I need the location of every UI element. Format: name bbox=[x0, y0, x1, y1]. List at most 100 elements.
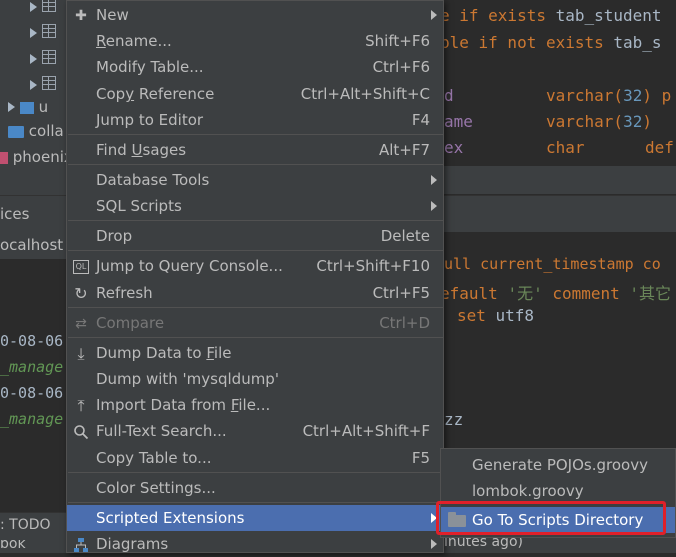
menu-item-jump-to-query-console[interactable]: QL Jump to Query Console... Ctrl+Shift+F… bbox=[67, 253, 443, 279]
code-string: '无' bbox=[507, 284, 543, 303]
menu-item-label: Dump with 'mysqldump' bbox=[96, 370, 279, 388]
code-line: set utf8 bbox=[457, 306, 534, 325]
menu-separator bbox=[68, 250, 444, 251]
menu-item-label: Copy Table to... bbox=[96, 449, 212, 467]
menu-item-shortcut: Ctrl+Alt+Shift+C bbox=[300, 85, 430, 103]
menu-item-dump-with-mysqldump[interactable]: Dump with 'mysqldump' bbox=[67, 366, 443, 392]
status-bar-right: inutes ago) bbox=[440, 538, 676, 553]
menu-item-color-settings[interactable]: Color Settings... bbox=[67, 475, 443, 501]
console-icon: QL bbox=[73, 260, 89, 274]
tree-row[interactable] bbox=[30, 46, 56, 72]
menu-item-label: Jump to Query Console... bbox=[96, 257, 283, 275]
tree-label: phoenix bbox=[12, 148, 73, 166]
menu-item-label: Modify Table... bbox=[96, 58, 204, 76]
code-line: ame bbox=[444, 112, 473, 131]
tree-row[interactable] bbox=[30, 0, 56, 20]
log-line: 0-08-06 bbox=[0, 384, 64, 402]
services-label: ices bbox=[0, 205, 30, 223]
menu-item-modify-table[interactable]: Modify Table... Ctrl+F6 bbox=[67, 54, 443, 80]
menu-item-label: Database Tools bbox=[96, 171, 210, 189]
code-line: zz bbox=[444, 410, 463, 429]
menu-separator bbox=[68, 472, 444, 473]
menu-item-find-usages[interactable]: Find Usages Alt+F7 bbox=[67, 137, 443, 163]
code-keyword: comment bbox=[542, 284, 630, 303]
code-line: ull current_timestamp co bbox=[444, 255, 661, 273]
menu-item-sql-scripts[interactable]: SQL Scripts bbox=[67, 193, 443, 219]
menu-item-copy-reference[interactable]: Copy Reference Ctrl+Alt+Shift+C bbox=[67, 81, 443, 107]
table-icon bbox=[41, 50, 56, 64]
tree-row-collations[interactable]: colla bbox=[8, 118, 64, 144]
code-number: 32 bbox=[623, 86, 643, 105]
menu-item-label: Dump Data to File bbox=[96, 344, 232, 362]
menu-item-label: Import Data from File... bbox=[96, 396, 271, 414]
menu-item-drop[interactable]: Drop Delete bbox=[67, 223, 443, 249]
code-line: ble if not exists tab_s bbox=[440, 33, 662, 52]
menu-item-label: Refresh bbox=[96, 284, 153, 302]
menu-item-full-text-search[interactable]: Full-Text Search... Ctrl+Alt+Shift+F bbox=[67, 418, 443, 444]
code-identifier: tab_s bbox=[613, 33, 662, 52]
menu-item-new[interactable]: ✚ New bbox=[67, 2, 443, 28]
menu-item-label: Find Usages bbox=[96, 141, 187, 159]
submenu-item-label: Generate POJOs.groovy bbox=[472, 456, 648, 474]
code-field: ame bbox=[444, 112, 473, 131]
code-line: char bbox=[546, 138, 585, 157]
menu-item-label: Color Settings... bbox=[96, 479, 216, 497]
folder-icon bbox=[8, 125, 24, 138]
expand-arrow-icon[interactable] bbox=[30, 54, 37, 64]
code-keyword: ble if not exists bbox=[440, 33, 614, 52]
menu-separator bbox=[68, 134, 444, 135]
menu-item-database-tools[interactable]: Database Tools bbox=[67, 167, 443, 193]
annotation-highlight-box bbox=[436, 501, 666, 535]
status-label: bok groov bbox=[0, 540, 40, 553]
diagram-icon bbox=[73, 537, 89, 553]
status-text: inutes ago) bbox=[444, 538, 523, 550]
expand-arrow-icon[interactable] bbox=[30, 2, 37, 12]
tree-label: u bbox=[38, 98, 49, 116]
code-text: ull current_timestamp co bbox=[444, 255, 661, 273]
submenu-arrow-icon bbox=[431, 539, 437, 549]
menu-item-dump-data-to-file[interactable]: ⤓ Dump Data to File bbox=[67, 340, 443, 366]
menu-item-rename[interactable]: Rename... Shift+F6 bbox=[67, 28, 443, 54]
code-line: efault '无' comment '其它 bbox=[440, 280, 671, 304]
table-icon bbox=[41, 0, 56, 12]
expand-arrow-icon[interactable] bbox=[30, 28, 37, 38]
table-icon bbox=[41, 24, 56, 38]
menu-separator bbox=[68, 502, 444, 503]
menu-item-shortcut: Ctrl+Shift+F10 bbox=[316, 257, 430, 275]
code-type: ) bbox=[642, 112, 652, 131]
menu-item-copy-table-to[interactable]: Copy Table to... F5 bbox=[67, 445, 443, 471]
menu-separator bbox=[68, 164, 444, 165]
menu-item-shortcut: Alt+F7 bbox=[378, 141, 430, 159]
expand-arrow-icon[interactable] bbox=[8, 102, 15, 112]
submenu-item-generate-pojos[interactable]: Generate POJOs.groovy bbox=[441, 452, 675, 478]
submenu-arrow-icon bbox=[431, 201, 437, 211]
code-line: varchar(32) p bbox=[546, 86, 671, 105]
menu-item-shortcut: Ctrl+F5 bbox=[372, 284, 430, 302]
menu-item-refresh[interactable]: ↻ Refresh Ctrl+F5 bbox=[67, 280, 443, 306]
code-field: d bbox=[444, 86, 454, 105]
tree-row[interactable] bbox=[30, 20, 56, 46]
menu-item-import-data-from-file[interactable]: ⤒ Import Data from File... bbox=[67, 392, 443, 418]
menu-item-label: New bbox=[96, 6, 129, 24]
tree-row-u[interactable]: u bbox=[8, 94, 48, 120]
menu-item-diagrams[interactable]: Diagrams bbox=[67, 531, 443, 557]
code-keyword: def bbox=[645, 138, 674, 157]
menu-item-shortcut: F5 bbox=[411, 449, 430, 467]
menu-separator bbox=[68, 337, 444, 338]
submenu-arrow-icon bbox=[431, 10, 437, 20]
localhost-label: ocalhost bbox=[0, 236, 64, 254]
code-identifier: utf8 bbox=[495, 306, 535, 325]
menu-item-label: Rename... bbox=[96, 32, 172, 50]
menu-item-shortcut: Ctrl+F6 bbox=[372, 58, 430, 76]
localhost-row[interactable]: ocalhost bbox=[0, 231, 66, 259]
menu-item-scripted-extensions[interactable]: Scripted Extensions bbox=[67, 505, 443, 531]
todo-tab[interactable]: : TODO bbox=[0, 512, 66, 541]
expand-arrow-icon[interactable] bbox=[30, 80, 37, 90]
status-bar: bok groov bbox=[0, 540, 66, 553]
todo-label: : TODO bbox=[0, 517, 51, 533]
menu-item-jump-to-editor[interactable]: Jump to Editor F4 bbox=[67, 107, 443, 133]
datasource-icon bbox=[0, 151, 8, 164]
menu-item-label: Copy Reference bbox=[96, 85, 215, 103]
menu-item-compare[interactable]: ⇄ Compare Ctrl+D bbox=[67, 310, 443, 336]
code-text: zz bbox=[444, 410, 464, 429]
